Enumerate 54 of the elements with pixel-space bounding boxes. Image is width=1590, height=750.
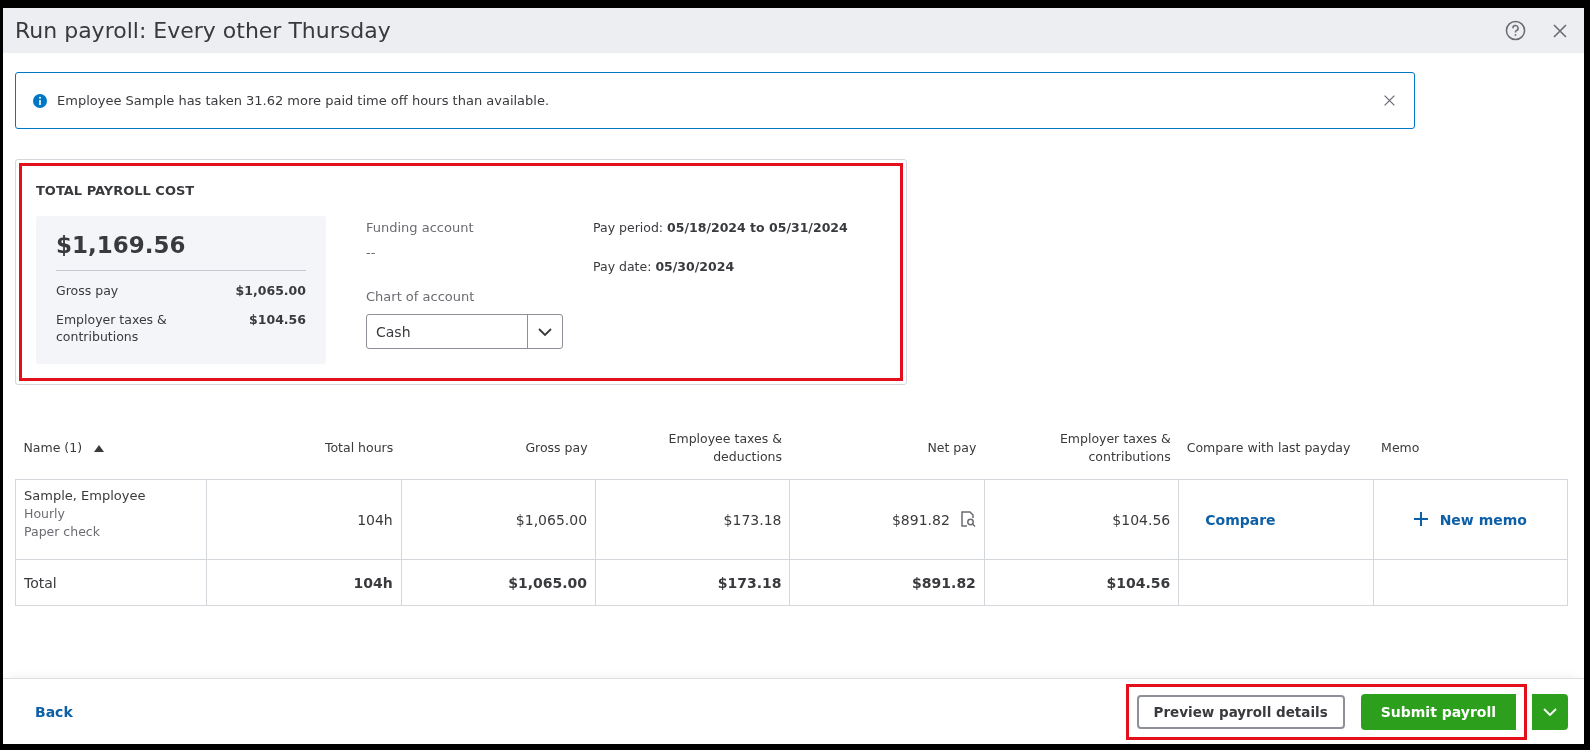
account-dropdown[interactable]: Cash: [366, 314, 563, 349]
table-cell: 104h: [357, 511, 393, 528]
plus-icon: [1413, 511, 1428, 526]
table-cell: $104.56: [1106, 574, 1171, 591]
pay-method: Paper check: [24, 524, 101, 540]
back-link[interactable]: Back: [35, 703, 1129, 720]
column-header: Gross pay: [525, 440, 588, 456]
chevron-down-icon: [1543, 707, 1557, 716]
more-options-button[interactable]: [1532, 693, 1568, 730]
line-value: $104.56: [249, 311, 306, 329]
line-value: $1,065.00: [235, 283, 306, 300]
column-header: Employer taxes & contributions: [1059, 431, 1171, 464]
employee-name: Sample, Employee: [24, 488, 147, 504]
column-header: Memo: [1381, 440, 1420, 456]
pay-date: Pay date: 05/30/2024: [593, 259, 736, 274]
help-icon: [1505, 20, 1526, 41]
table-cell: $1,065.00: [508, 574, 588, 591]
table-cell: $891.82: [891, 511, 950, 528]
pay-period: Pay period: 05/18/2024 to 05/31/2024: [593, 220, 848, 235]
help-button[interactable]: [1505, 20, 1526, 41]
column-header: Net pay: [927, 440, 977, 456]
close-button[interactable]: [1552, 22, 1568, 39]
window-title: Run payroll: Every other Thursday: [15, 18, 392, 43]
total-amount: $1,169.56: [56, 232, 306, 271]
column-header: Compare with last payday: [1186, 440, 1351, 456]
preview-button[interactable]: Preview payroll details: [1136, 694, 1345, 729]
table-cell: $891.82: [912, 574, 976, 591]
table-cell: $104.56: [1112, 511, 1171, 528]
field-label: Chart of account: [366, 289, 476, 304]
table-cell: $1,065.00: [515, 511, 588, 528]
table-cell: $173.18: [723, 511, 782, 528]
column-header: Total hours: [324, 440, 394, 456]
line-label: Employer taxes & contributions: [56, 311, 168, 346]
pay-type: Hourly: [24, 506, 66, 522]
column-header[interactable]: Name (1): [23, 440, 83, 456]
submit-button[interactable]: Submit payroll: [1360, 693, 1518, 730]
column-header: Employee taxes & deductions: [668, 431, 782, 464]
table-cell: 104h: [353, 574, 393, 591]
close-icon: [1552, 22, 1568, 39]
table-cell: $173.18: [717, 574, 782, 591]
field-label: Funding account: [366, 220, 475, 235]
chevron-down-icon: [538, 327, 552, 336]
line-label: Gross pay: [56, 283, 120, 300]
new-memo-link[interactable]: New memo: [1413, 511, 1527, 528]
dismiss-button[interactable]: [1383, 94, 1396, 107]
sort-ascending-icon: [94, 445, 105, 453]
document-search-icon[interactable]: [959, 511, 976, 529]
compare-link[interactable]: Compare: [1205, 511, 1276, 528]
total-label: Total: [24, 574, 57, 591]
close-icon: [1383, 94, 1396, 107]
card-heading: TOTAL PAYROLL COST: [36, 183, 196, 198]
alert-message: Employee Sample has taken 31.62 more paid time off hours than available.: [57, 93, 551, 108]
info-icon: [33, 93, 47, 108]
field-value: --: [366, 245, 377, 260]
